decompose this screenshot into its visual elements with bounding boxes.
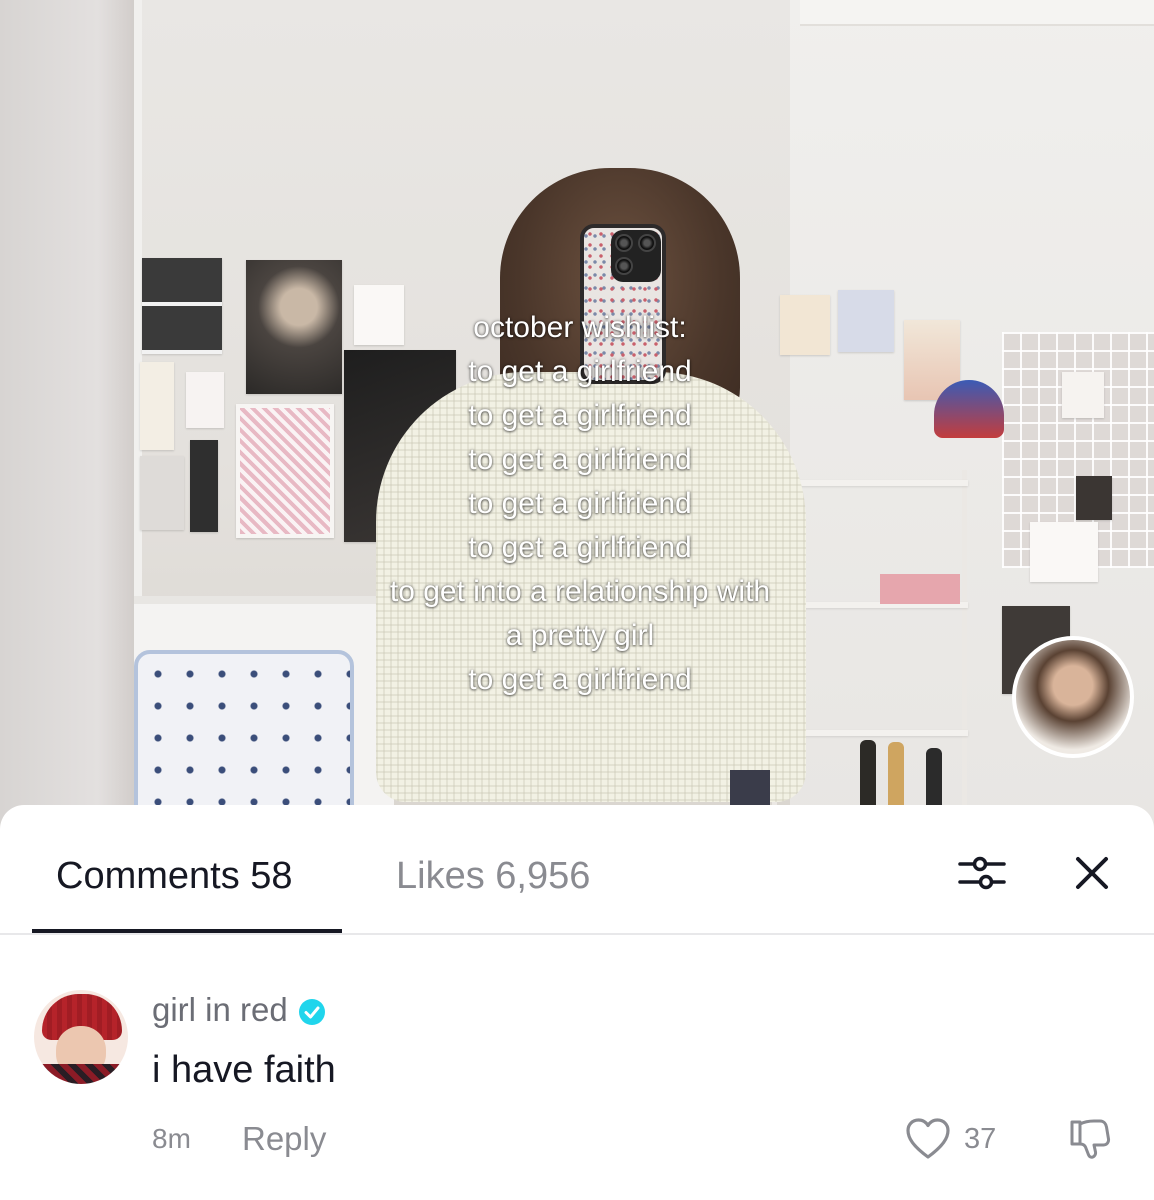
caption-line: to get a girlfriend xyxy=(468,399,692,432)
camera-lens xyxy=(638,234,656,252)
comments-sheet: Comments 58 Likes 6,956 girl in red i ha xyxy=(0,805,1154,1200)
divider xyxy=(0,933,1154,935)
avatar-shirt xyxy=(38,1064,126,1084)
thumbs-down-icon[interactable] xyxy=(1066,1116,1112,1162)
caption-line: to get a girlfriend xyxy=(468,355,692,388)
close-icon[interactable] xyxy=(1066,847,1118,899)
commenter-avatar[interactable] xyxy=(34,990,128,1084)
poster xyxy=(140,362,174,450)
video-player[interactable]: october wishlist: to get a girlfriend to… xyxy=(0,0,1154,830)
caption-line: to get a girlfriend xyxy=(468,663,692,696)
caption-line: to get into a relationship with xyxy=(389,575,771,608)
caption-line: to get a girlfriend xyxy=(468,531,692,564)
comment-timestamp: 8m xyxy=(152,1123,191,1154)
photo-card xyxy=(1062,372,1104,418)
sliders-icon[interactable] xyxy=(956,847,1008,899)
caption-line: a pretty girl xyxy=(505,619,655,652)
verified-badge-icon xyxy=(298,996,326,1025)
camera-lens xyxy=(615,257,633,275)
poster xyxy=(186,372,224,428)
tab-comments[interactable]: Comments 58 xyxy=(56,855,293,898)
storage-box xyxy=(880,574,960,604)
caption-line: to get a girlfriend xyxy=(468,443,692,476)
jeans xyxy=(730,770,770,810)
wall xyxy=(0,0,140,830)
creator-avatar[interactable] xyxy=(1012,636,1134,758)
photo-card xyxy=(1030,522,1098,582)
comment-text: i have faith xyxy=(152,1049,336,1091)
shelf-post xyxy=(962,470,967,830)
heart-icon[interactable] xyxy=(905,1117,951,1161)
camera-lens xyxy=(615,234,633,252)
poster xyxy=(190,440,218,532)
caption-line: to get a girlfriend xyxy=(468,487,692,520)
photo-card xyxy=(1076,476,1112,520)
comment-like-count: 37 xyxy=(964,1123,997,1155)
comment-username[interactable]: girl in red xyxy=(152,991,326,1029)
video-caption-overlay: october wishlist: to get a girlfriend to… xyxy=(300,306,860,702)
username-text: girl in red xyxy=(152,991,288,1028)
reply-button[interactable]: Reply xyxy=(242,1120,326,1158)
poster xyxy=(140,456,184,530)
tab-likes[interactable]: Likes 6,956 xyxy=(396,855,590,898)
photo-strip xyxy=(142,258,222,354)
crown-molding xyxy=(800,0,1154,26)
caption-line: october wishlist: xyxy=(473,311,687,344)
